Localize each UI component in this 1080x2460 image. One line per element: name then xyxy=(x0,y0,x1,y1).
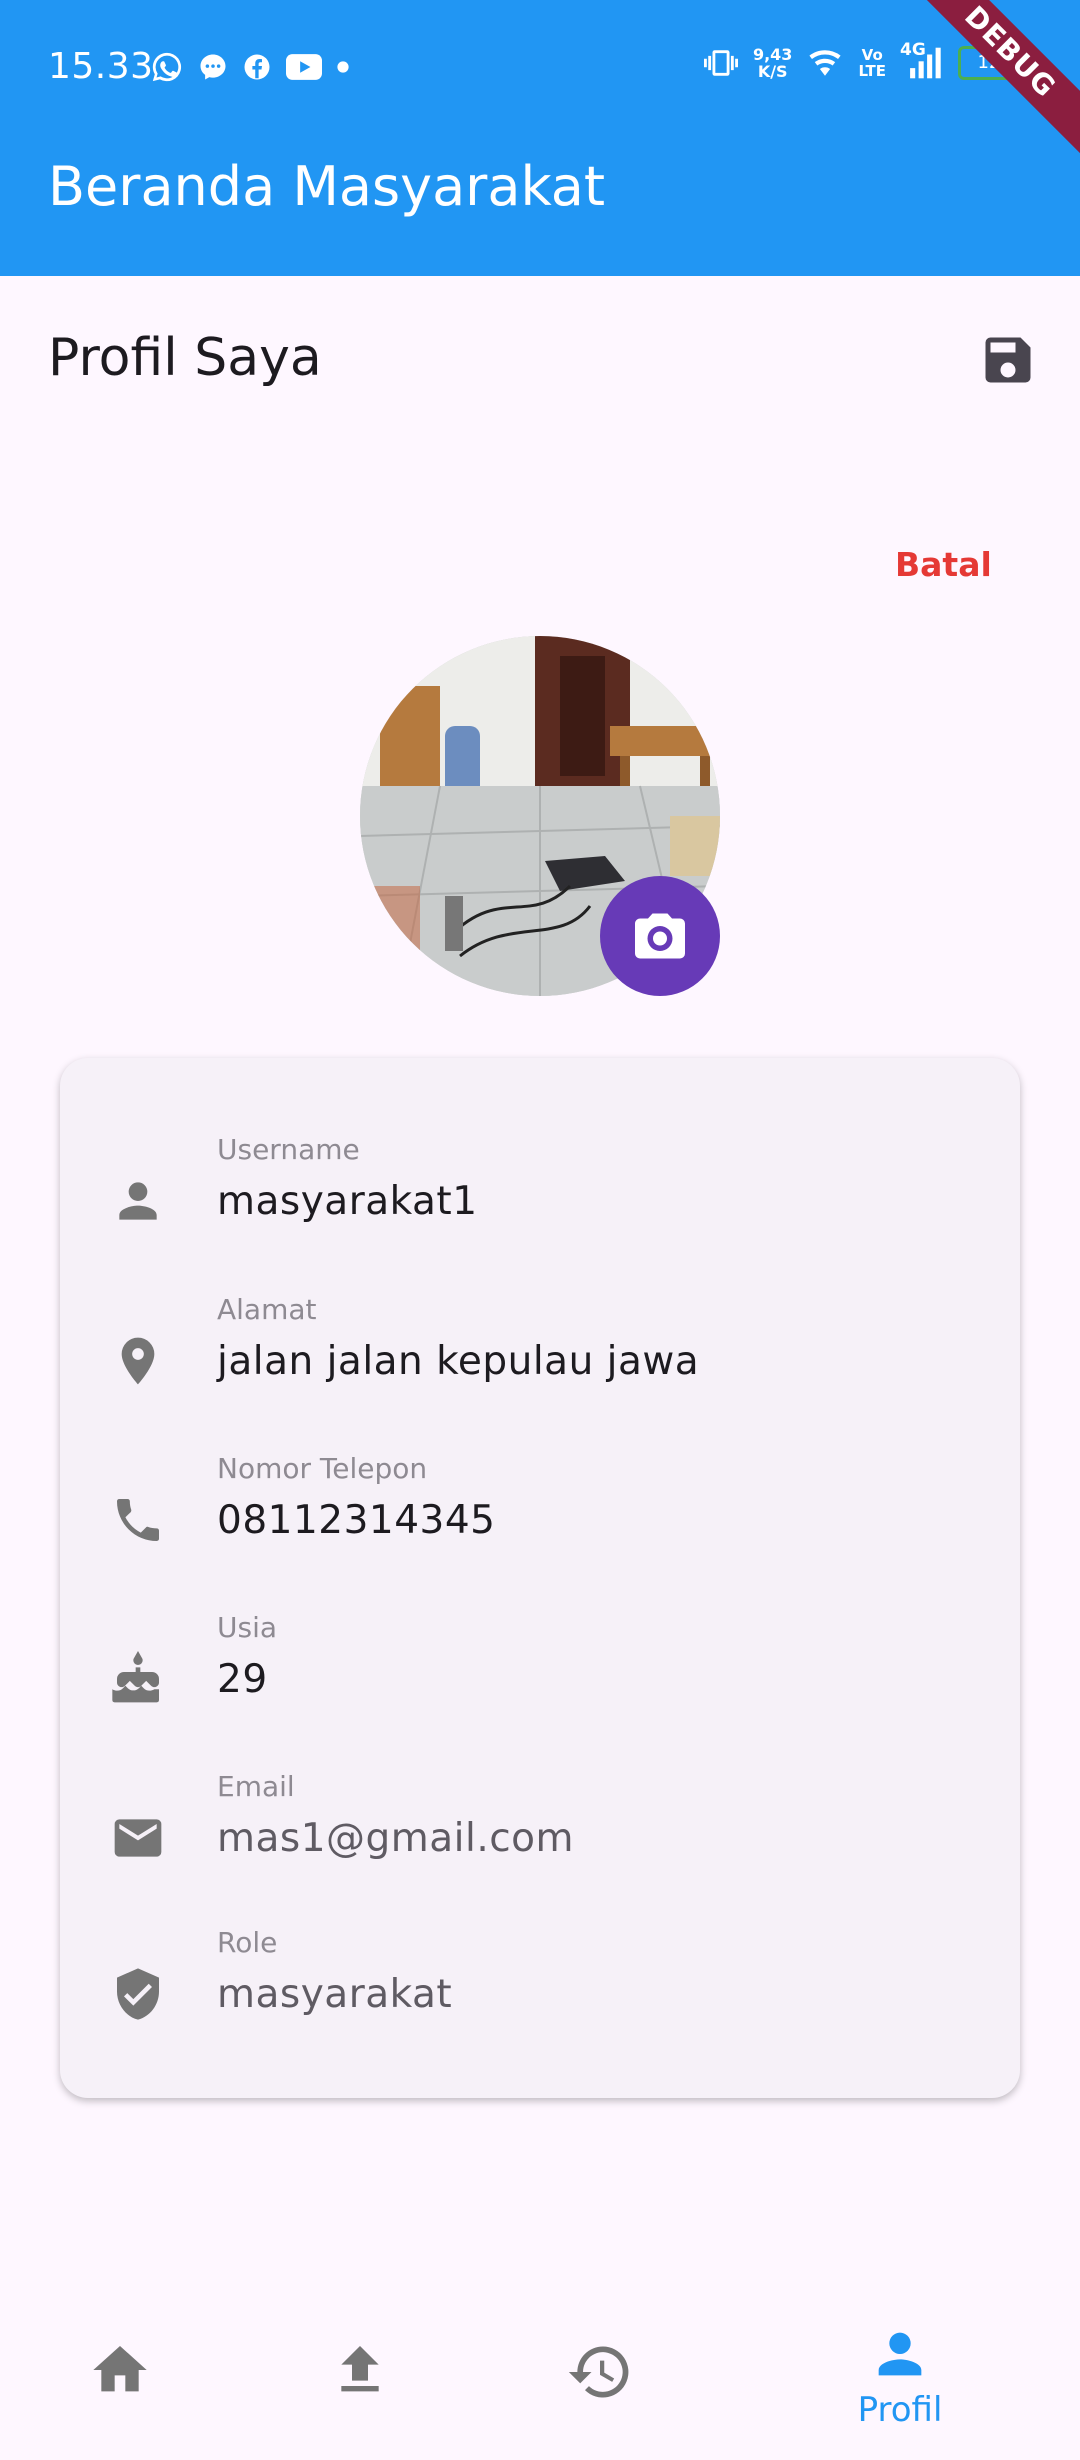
field-value: jalan jalan kepulau jawa xyxy=(217,1339,700,1384)
signal-indicator: 4G xyxy=(900,40,944,80)
shield-check-icon xyxy=(117,1968,159,2020)
save-icon[interactable] xyxy=(978,330,1038,390)
field-address: Alamat jalan jalan kepulau jawa xyxy=(60,1293,1020,1433)
nav-profile[interactable]: Profil xyxy=(780,2288,1020,2460)
field-label: Email xyxy=(217,1770,295,1803)
field-label: Username xyxy=(217,1133,360,1166)
system-icons: 9,43 K/S Vo LTE 4G 12 xyxy=(703,40,1020,80)
field-value: 08112314345 xyxy=(217,1498,496,1543)
vibrate-icon xyxy=(703,50,738,76)
field-age: Usia 29 xyxy=(60,1611,1020,1751)
cancel-button[interactable]: Batal xyxy=(895,545,992,584)
field-role: Role masyarakat xyxy=(60,1926,1020,2066)
volte-bottom: LTE xyxy=(858,62,886,80)
nav-profile-label: Profil xyxy=(857,2390,943,2430)
location-icon xyxy=(121,1337,155,1385)
net-speed: 9,43 K/S xyxy=(753,46,792,80)
avatar-container xyxy=(360,636,720,996)
status-bar: 15.33 9,43 K/S Vo LTE 4G 12 xyxy=(0,0,1080,135)
notification-icons xyxy=(150,50,350,84)
history-icon xyxy=(568,2346,629,2398)
volte-indicator: Vo LTE xyxy=(858,47,886,79)
field-value: masyarakat1 xyxy=(217,1179,478,1224)
profile-info-card: Username masyarakat1 Alamat jalan jalan … xyxy=(60,1058,1020,2098)
youtube-icon xyxy=(286,54,322,80)
status-time: 15.33 xyxy=(48,46,154,87)
whatsapp-icon xyxy=(152,52,182,82)
page-title: Profil Saya xyxy=(48,328,322,388)
nav-history[interactable] xyxy=(480,2288,720,2460)
person-icon xyxy=(119,1182,157,1220)
wifi-icon xyxy=(809,50,842,76)
person-icon xyxy=(878,2332,922,2376)
field-value: mas1@gmail.com xyxy=(217,1816,575,1861)
app-bar: 15.33 9,43 K/S Vo LTE 4G 12 xyxy=(0,0,1080,276)
net-speed-unit: K/S xyxy=(757,62,788,81)
field-email: Email mas1@gmail.com xyxy=(60,1770,1020,1910)
home-icon xyxy=(93,2346,147,2392)
app-bar-title: Beranda Masyarakat xyxy=(48,155,606,218)
dot-icon xyxy=(337,61,349,73)
nav-upload[interactable] xyxy=(240,2288,480,2460)
net-speed-value: 9,43 xyxy=(752,45,793,64)
change-photo-button[interactable] xyxy=(600,876,720,996)
field-value: 29 xyxy=(217,1657,268,1702)
messenger-icon xyxy=(200,54,226,80)
bottom-navigation: Profil xyxy=(0,2288,1080,2460)
field-label: Nomor Telepon xyxy=(217,1452,428,1485)
phone-icon xyxy=(117,1499,159,1541)
signal-icon xyxy=(910,47,941,79)
field-value: masyarakat xyxy=(217,1972,453,2017)
nav-home[interactable] xyxy=(0,2288,240,2460)
field-username: Username masyarakat1 xyxy=(60,1133,1020,1273)
camera-icon xyxy=(635,913,685,959)
field-label: Role xyxy=(217,1926,278,1959)
volte-top: Vo xyxy=(861,46,883,64)
cake-icon xyxy=(112,1651,159,1703)
field-phone: Nomor Telepon 08112314345 xyxy=(60,1452,1020,1592)
field-label: Alamat xyxy=(217,1293,317,1326)
field-label: Usia xyxy=(217,1611,278,1644)
email-icon xyxy=(114,1819,162,1857)
upload-icon xyxy=(341,2346,379,2392)
facebook-icon xyxy=(244,54,270,80)
